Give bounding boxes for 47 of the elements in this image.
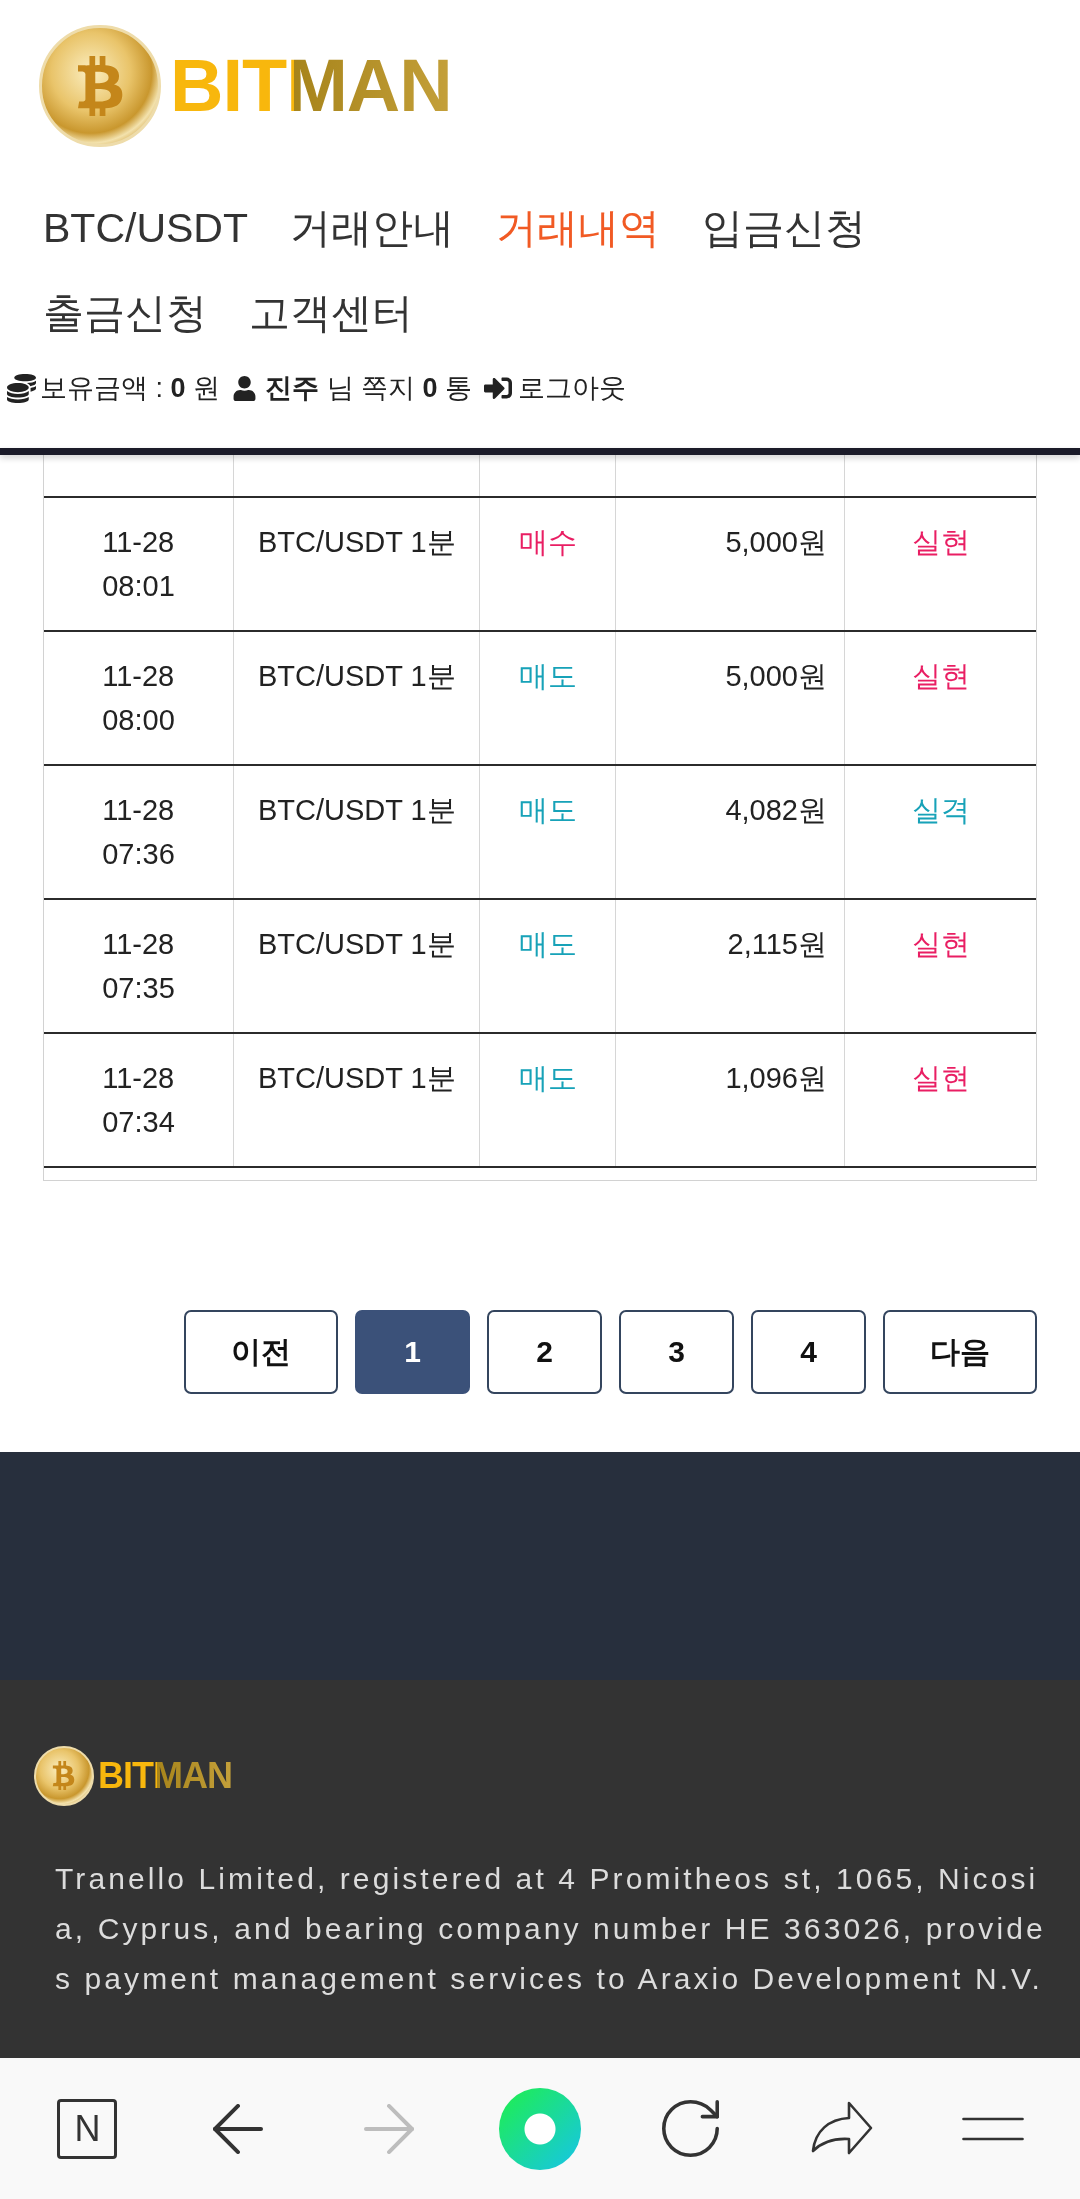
- trade-amount-text: 1,096원: [725, 1061, 827, 1096]
- nav-link[interactable]: BTC/USDT: [43, 198, 248, 258]
- market-name-text: BTC/USDT 1분: [258, 927, 456, 962]
- trade-result-text: 실현: [911, 525, 970, 560]
- next-page-button[interactable]: 다음: [883, 1310, 1037, 1394]
- trade-time-text: 11-28 08:01: [102, 525, 175, 604]
- trade-time-text: 11-28 07:36: [102, 793, 175, 872]
- logout-link[interactable]: 로그아웃: [518, 368, 627, 408]
- market-name-text: BTC/USDT 1분: [258, 793, 456, 828]
- company-info-text: Tranello Limited, registered at 4 Promitheos st, 1065, Nicosia, Cyprus, and bearing company number HE 363026, provides payment management services to Araxio Development N.V.: [55, 1861, 1047, 1997]
- page-number-button[interactable]: 3: [619, 1310, 734, 1394]
- page-number-button[interactable]: 1: [355, 1310, 470, 1394]
- balance-text: 보유금액 : 0 원: [40, 372, 221, 405]
- coins-icon: [7, 373, 36, 403]
- trade-time-text: 11-28 08:00: [102, 659, 175, 738]
- user-greeting-text: 진주 님 쪽지 0 통: [265, 372, 473, 405]
- trade-time-text: 11-28 07:35: [102, 927, 175, 1006]
- trade-amount-text: 5,000원: [725, 659, 827, 694]
- nav-link[interactable]: 출금신청: [43, 283, 207, 343]
- trade-result-text: 실현: [911, 1061, 970, 1096]
- trade-amount-text: 5,000원: [725, 525, 827, 560]
- page-number-button[interactable]: 2: [487, 1310, 602, 1394]
- nav-link[interactable]: 고객센터: [249, 283, 413, 343]
- market-name-text: BTC/USDT 1분: [258, 1061, 456, 1096]
- trade-side-text: 매도: [518, 793, 577, 828]
- trade-result-text: 실현: [911, 659, 970, 694]
- nav-link[interactable]: 입금신청: [702, 198, 866, 258]
- trade-amount-text: 2,115원: [727, 927, 827, 962]
- market-name-text: BTC/USDT 1분: [258, 659, 456, 694]
- user-icon: [232, 375, 258, 401]
- trade-result-text: 실현: [911, 927, 970, 962]
- nav-link[interactable]: 거래안내: [290, 198, 454, 258]
- market-name-text: BTC/USDT 1분: [258, 525, 456, 560]
- home-button[interactable]: N: [57, 2098, 118, 2159]
- trade-side-text: 매도: [518, 1061, 577, 1096]
- trade-amount-text: 4,082원: [725, 793, 827, 828]
- trade-time-text: 11-28 07:34: [102, 1061, 175, 1140]
- share-icon[interactable]: [810, 2101, 873, 2156]
- trade-side-text: 매도: [518, 927, 577, 962]
- menu-icon[interactable]: [961, 2116, 1024, 2141]
- previous-page-button[interactable]: 이전: [184, 1310, 338, 1394]
- page-number-button[interactable]: 4: [751, 1310, 866, 1394]
- trade-side-text: 매수: [518, 525, 577, 560]
- trade-side-text: 매도: [518, 659, 577, 694]
- coin-icon: [34, 1746, 94, 1806]
- reload-icon[interactable]: [662, 2100, 720, 2157]
- trade-result-text: 실격: [911, 793, 970, 828]
